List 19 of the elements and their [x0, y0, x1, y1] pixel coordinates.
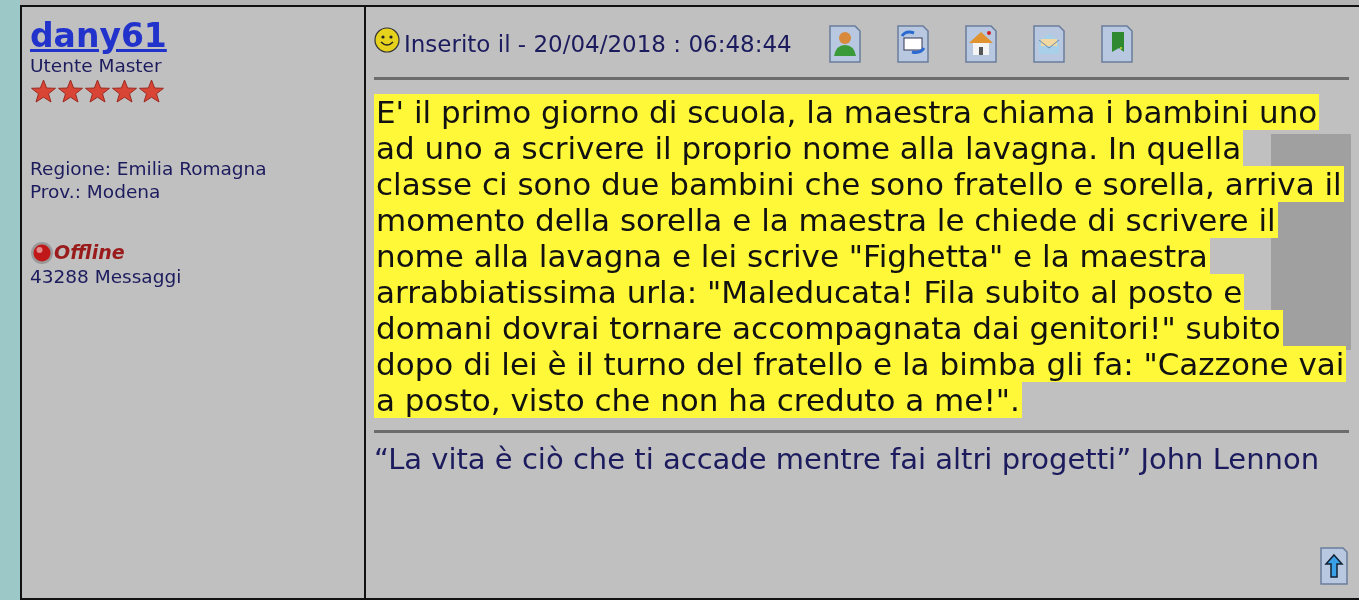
- star-icon: [84, 78, 111, 103]
- smiley-icon: [374, 27, 400, 53]
- house-icon[interactable]: [963, 24, 998, 64]
- star-icon: [138, 78, 165, 103]
- back-to-top-icon[interactable]: [1319, 546, 1349, 586]
- star-icon: [111, 78, 138, 103]
- rank-label: Utente Master: [30, 54, 163, 77]
- envelope-arrows-icon[interactable]: [895, 24, 930, 64]
- message-count: 43288 Messaggi: [30, 265, 183, 289]
- signature-text: “La vita è ciò che ti accade mentre fai altri progetti” John Lennon: [374, 441, 1321, 477]
- posted-date: Inserito il - 20/04/2018 : 06:48:44: [404, 29, 792, 59]
- post-text: E' il primo giorno di scuola, la maestra chiama i bambini uno ad uno a scrivere il proprio nome alla lavagna. In quella classe ci sono due bambini che sono fratello e sorella, arriva il momento della sorella e la maestra le chiede di scrivere il nome alla lavagna e lei scrive "Fighetta" e la maestra arrabbiatissima urla: "Maleducata! Fila subito al posto e domani dovrai tornare accompagnata dai genitori!" subito dopo di lei è il turno del fratello e la bimba gli fa: "Cazzone vai a posto, visto che non ha creduto a me!".: [374, 94, 1347, 418]
- star-icon: [30, 78, 57, 103]
- province-label: Prov.: Modena: [30, 179, 162, 203]
- flag-icon[interactable]: [1099, 24, 1134, 64]
- status-label: Offline: [54, 241, 125, 265]
- star-icon: [57, 78, 84, 103]
- region-label: Regione: Emilia Romagna: [30, 156, 268, 180]
- username-link[interactable]: dany61: [30, 19, 167, 54]
